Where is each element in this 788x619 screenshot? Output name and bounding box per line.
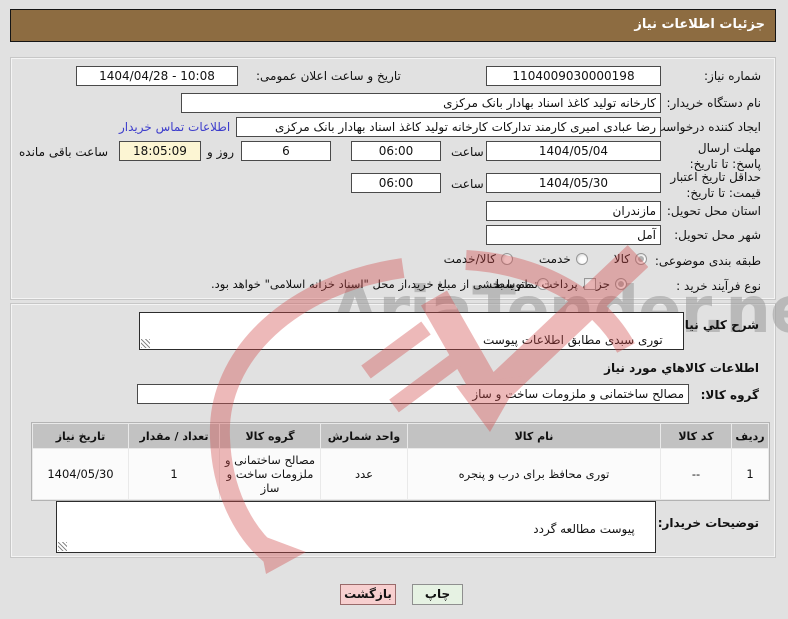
need-description-label: شرح کلي نیاز: [673,318,759,332]
countdown-timer: 18:05:09 [119,141,201,161]
back-button[interactable]: بازگشت [340,584,396,605]
cell-unit: عدد [321,449,407,499]
category-label: طبقه بندی موضوعی: [654,254,761,268]
buyer-notes-text: پیوست مطالعه گردد [533,521,635,536]
general-info-panel: شماره نیاز: 1104009030000198 تاریخ و ساع… [10,57,776,300]
col-item-name: نام کالا [408,424,660,448]
col-quantity: تعداد / مقدار [129,424,219,448]
price-validity-time-input[interactable]: 06:00 [351,173,441,193]
col-group: گروه کالا [220,424,320,448]
cell-quantity: 1 [129,449,219,499]
buyer-contact-link[interactable]: اطلاعات تماس خریدار [119,120,230,134]
announce-datetime-label: تاریخ و ساعت اعلان عمومی: [256,69,401,83]
province-input[interactable]: مازندران [486,201,661,221]
treasury-checkbox-icon[interactable] [583,278,596,290]
resize-handle-icon[interactable] [58,542,67,551]
table-row: 1 -- توری محافظ برای درب و پنجره عدد مصا… [33,449,768,499]
cell-row-number: 1 [732,449,768,499]
resize-handle-icon[interactable] [141,339,150,348]
buyer-org-input[interactable]: کارخانه تولید کاغذ اسناد بهادار بانک مرک… [181,93,661,113]
need-number-label: شماره نیاز: [704,69,761,83]
col-unit: واحد شمارش [321,424,407,448]
cell-item-name: توری محافظ برای درب و پنجره [408,449,660,499]
cell-item-code: -- [661,449,731,499]
category-option-goods-service[interactable]: کالا/خدمت [444,252,513,266]
city-input[interactable]: آمل [486,225,661,245]
buyer-notes-textarea[interactable]: پیوست مطالعه گردد [56,501,656,553]
process-type-label: نوع فرآیند خرید : [676,279,761,293]
radio-service-icon[interactable] [575,253,588,265]
radio-goods-service-icon[interactable] [500,253,513,265]
price-validity-hour-label: ساعت [451,177,484,191]
city-label: شهر محل تحویل: [674,228,761,242]
category-option-goods-service-label: کالا/خدمت [443,252,496,266]
price-validity-label: حداقل تاریخ اعتبار قیمت: تا تاریخ: [670,170,761,200]
col-row-number: ردیف [732,424,768,448]
reply-deadline-label: مهلت ارسال پاسخ: تا تاریخ: [689,141,761,171]
radio-minor-icon[interactable] [615,278,627,290]
price-validity-date-input[interactable]: 1404/05/30 [486,173,661,193]
items-panel: شرح کلي نیاز: توری سبدی مطابق اطلاعات پی… [10,303,776,558]
need-details-page: { "header": { "title": "جزئیات اطلاعات ن… [0,0,788,619]
cell-group: مصالح ساختمانی و ملزومات ساخت و ساز [220,449,320,499]
category-options: کالا خدمت کالا/خدمت [444,252,647,266]
category-option-service-label: خدمت [538,252,571,266]
cell-need-date: 1404/05/30 [33,449,128,499]
radio-goods-icon[interactable] [635,253,647,265]
items-table-header-row: ردیف کد کالا نام کالا واحد شمارش گروه کا… [33,424,768,448]
reply-deadline-date-input[interactable]: 1404/05/04 [486,141,661,161]
items-section-title: اطلاعات کالاهاي مورد نیاز [604,361,759,375]
days-and-label: روز و [207,145,234,159]
requester-label: ایجاد کننده درخواست: [650,120,761,134]
requester-input[interactable]: رضا عبادی امیری کارمند تدارکات کارخانه ت… [236,117,661,137]
items-table: ردیف کد کالا نام کالا واحد شمارش گروه کا… [31,422,770,501]
print-button[interactable]: چاپ [412,584,463,605]
reply-deadline-hour-label: ساعت [451,145,484,159]
buyer-notes-label: توضیحات خریدار: [657,516,759,530]
treasury-checkbox-label: پرداخت تمام یا بخشی از مبلغ خرید،از محل … [211,277,578,291]
need-description-text: توری سبدی مطابق اطلاعات پیوست [482,332,663,347]
col-need-date: تاریخ نیاز [33,424,128,448]
category-option-goods[interactable]: کالا [614,252,647,266]
remaining-days-input[interactable]: 6 [241,141,331,161]
province-label: استان محل تحویل: [666,204,761,218]
need-number-input[interactable]: 1104009030000198 [486,66,661,86]
col-item-code: کد کالا [661,424,731,448]
page-title: جزئیات اطلاعات نیاز [10,9,776,42]
buyer-org-label: نام دستگاه خریدار: [666,96,762,110]
item-group-label: گروه کالا: [700,388,759,402]
category-option-goods-label: کالا [613,252,630,266]
reply-deadline-time-input[interactable]: 06:00 [351,141,441,161]
category-option-service[interactable]: خدمت [539,252,588,266]
need-description-textarea[interactable]: توری سبدی مطابق اطلاعات پیوست [139,312,684,350]
treasury-payment-option: پرداخت تمام یا بخشی از مبلغ خرید،از محل … [211,277,596,291]
hours-remaining-label: ساعت باقی مانده [19,145,109,159]
announce-datetime-input[interactable]: 1404/04/28 - 10:08 [76,66,238,86]
item-group-input[interactable]: مصالح ساختمانی و ملزومات ساخت و ساز [137,384,689,404]
